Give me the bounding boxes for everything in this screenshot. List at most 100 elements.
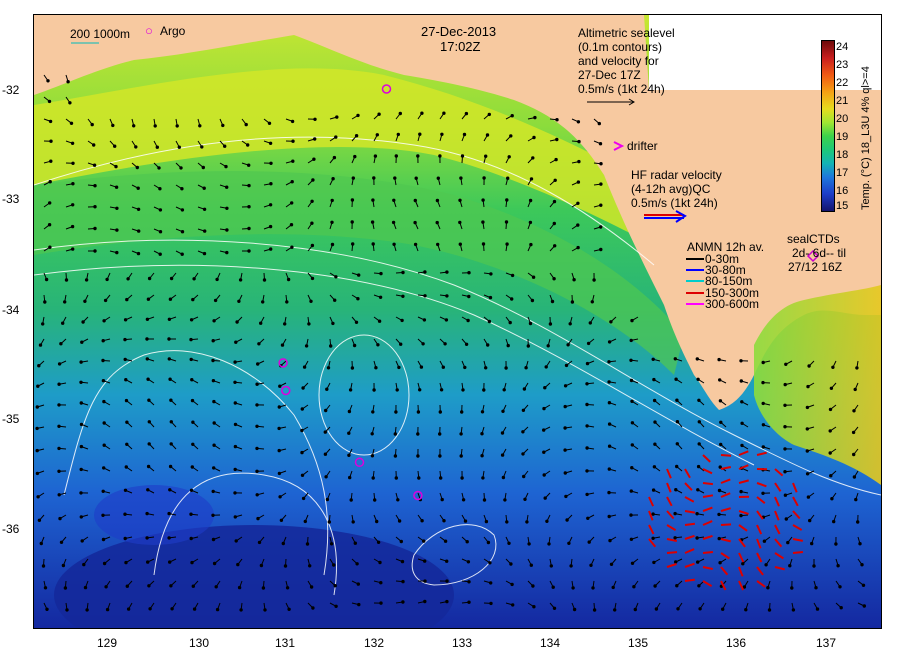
velocity-arrow-head	[57, 469, 61, 473]
velocity-arrow-head	[377, 319, 382, 323]
velocity-arrow-head	[607, 490, 611, 495]
velocity-arrow-head	[35, 471, 40, 476]
velocity-arrow-head	[370, 432, 374, 436]
velocity-arrow-head	[805, 427, 809, 431]
velocity-arrow-head	[528, 198, 533, 203]
velocity-arrow-head	[696, 488, 700, 492]
velocity-arrow-head	[443, 342, 447, 346]
velocity-arrow-head	[47, 99, 52, 104]
velocity-arrow-head	[739, 359, 743, 363]
velocity-arrow-head	[599, 247, 603, 252]
velocity-arrow-head	[592, 608, 597, 612]
velocity-arrow-head	[717, 512, 721, 517]
velocity-arrow-head	[169, 420, 174, 424]
velocity-arrow-head	[325, 387, 329, 391]
velocity-arrow-head	[458, 198, 462, 203]
velocity-arrow-head	[39, 541, 44, 546]
velocity-arrow-head	[310, 276, 315, 281]
velocity-arrow-head	[814, 586, 818, 590]
velocity-arrow-head	[423, 294, 427, 298]
velocity-arrow-head	[239, 608, 243, 612]
velocity-arrow-head	[224, 164, 228, 169]
velocity-arrow-head	[589, 563, 593, 567]
velocity-arrow-head	[247, 249, 251, 253]
velocity-arrow-head	[114, 185, 119, 189]
velocity-arrow-head	[485, 133, 490, 137]
velocity-arrow-head	[63, 300, 67, 304]
velocity-arrow-head	[69, 121, 74, 126]
velocity-arrow-head	[651, 512, 655, 516]
velocity-arrow-head	[225, 185, 229, 189]
velocity-arrow-head	[79, 491, 83, 495]
velocity-arrow-head	[268, 141, 273, 146]
velocity-arrow-head	[852, 475, 857, 479]
velocity-arrow-head	[484, 366, 488, 370]
velocity-arrow-head	[311, 178, 315, 182]
velocity-arrow-head	[289, 223, 294, 227]
velocity-arrow-head	[423, 559, 427, 563]
velocity-arrow-head	[742, 585, 747, 589]
velocity-arrow-head	[378, 560, 382, 565]
velocity-arrow-head	[507, 155, 511, 159]
velocity-arrow-head	[234, 340, 238, 344]
cb-tick-23: 23	[836, 59, 849, 71]
velocity-arrow-head	[167, 317, 172, 321]
velocity-arrow-head	[740, 400, 744, 404]
velocity-arrow-head	[547, 542, 551, 546]
velocity-arrow-head	[278, 384, 282, 388]
velocity-arrow-head	[401, 294, 405, 298]
velocity-arrow-head	[482, 176, 486, 180]
velocity-arrow-head	[629, 338, 633, 343]
velocity-arrow-head	[168, 488, 172, 492]
velocity-arrow-head	[357, 602, 361, 607]
velocity-arrow-head	[577, 139, 581, 144]
velocity-arrow-head	[81, 320, 85, 324]
velocity-arrow-head	[416, 454, 420, 458]
altimetry-line-4: 27-Dec 17Z	[578, 68, 641, 82]
velocity-arrow-head	[255, 382, 259, 386]
velocity-arrow-head	[313, 117, 317, 122]
velocity-arrow-head	[61, 321, 65, 325]
velocity-arrow-head	[300, 450, 304, 455]
velocity-arrow-head	[630, 399, 634, 403]
velocity-arrow-head	[488, 561, 492, 565]
map-area[interactable]	[33, 14, 882, 629]
velocity-arrow-head	[524, 366, 528, 370]
velocity-arrow-head	[111, 123, 115, 128]
velocity-arrow-head	[812, 564, 816, 568]
velocity-arrow-head	[291, 159, 295, 163]
velocity-arrow-head	[200, 145, 204, 149]
velocity-arrow-head	[49, 159, 53, 163]
velocity-arrow-head	[283, 564, 288, 568]
velocity-arrow-head	[442, 111, 446, 115]
velocity-arrow-head	[552, 221, 556, 226]
velocity-arrow-head	[607, 380, 611, 384]
velocity-arrow-head	[423, 579, 427, 583]
velocity-arrow-head	[488, 295, 493, 300]
velocity-arrow-head	[400, 559, 405, 564]
velocity-arrow-head	[416, 410, 421, 414]
colorbar-title-text: Temp. (°C) 18_L3U 4% ql>=4	[860, 66, 872, 210]
velocity-arrow-head	[329, 542, 334, 546]
velocity-arrow-head	[169, 276, 174, 281]
velocity-arrow-head	[310, 199, 314, 204]
velocity-arrow-head	[808, 518, 812, 523]
velocity-arrow-head	[696, 377, 700, 381]
velocity-arrow-head	[354, 134, 359, 138]
velocity-arrow-head	[443, 539, 448, 543]
velocity-arrow-head	[333, 298, 337, 302]
velocity-arrow-head	[41, 322, 45, 326]
velocity-arrow-head	[401, 270, 405, 275]
velocity-arrow-head	[440, 132, 444, 137]
velocity-arrow-head	[180, 230, 185, 234]
velocity-arrow-head	[531, 156, 535, 160]
velocity-arrow-head	[533, 115, 537, 120]
velocity-arrow-head	[102, 421, 106, 425]
altimetry-line-2: (0.1m contours)	[578, 40, 663, 54]
velocity-arrow-head	[393, 432, 397, 436]
velocity-arrow-head	[48, 180, 52, 184]
velocity-arrow-head	[191, 442, 195, 446]
velocity-arrow-head	[860, 563, 864, 567]
velocity-arrow-head	[247, 205, 251, 209]
velocity-arrow-head	[48, 119, 53, 124]
